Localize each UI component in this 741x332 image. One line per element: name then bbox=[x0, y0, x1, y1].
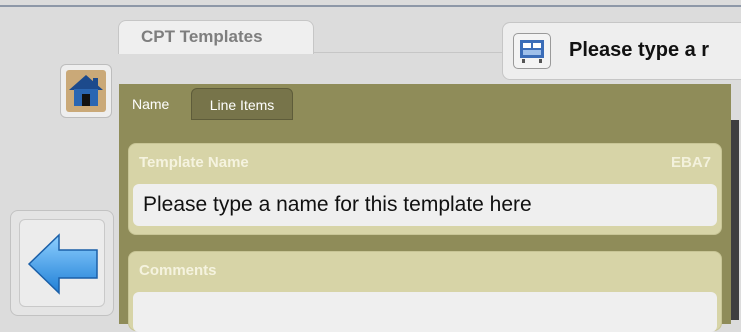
panel-tab-strip: Name Line Items bbox=[119, 84, 731, 120]
top-divider bbox=[0, 5, 741, 7]
tab-baseline bbox=[314, 52, 504, 53]
template-name-section: Template Name EBA7 Please type a name fo… bbox=[128, 143, 722, 235]
panel-edge bbox=[731, 120, 739, 320]
tab-name[interactable]: Name bbox=[123, 88, 187, 120]
status-message: Please type a r bbox=[569, 39, 710, 61]
template-name-input[interactable]: Please type a name for this template her… bbox=[133, 184, 717, 226]
tab-cpt-templates-label: CPT Templates bbox=[141, 27, 263, 46]
status-bar: Please type a r bbox=[502, 22, 741, 80]
back-button[interactable] bbox=[10, 210, 114, 316]
tab-name-label: Name bbox=[132, 96, 170, 112]
comments-input[interactable] bbox=[133, 292, 717, 332]
screen-icon bbox=[513, 33, 551, 69]
home-button[interactable] bbox=[60, 64, 112, 118]
back-arrow-icon bbox=[27, 233, 98, 295]
comments-label: Comments bbox=[139, 262, 217, 279]
tab-cpt-templates[interactable]: CPT Templates bbox=[118, 20, 314, 54]
home-icon bbox=[66, 70, 106, 112]
comments-section: Comments bbox=[128, 251, 722, 332]
template-name-label: Template Name bbox=[139, 154, 249, 171]
tab-line-items-label: Line Items bbox=[209, 97, 275, 113]
template-code: EBA7 bbox=[670, 154, 711, 171]
tab-line-items[interactable]: Line Items bbox=[191, 88, 293, 120]
